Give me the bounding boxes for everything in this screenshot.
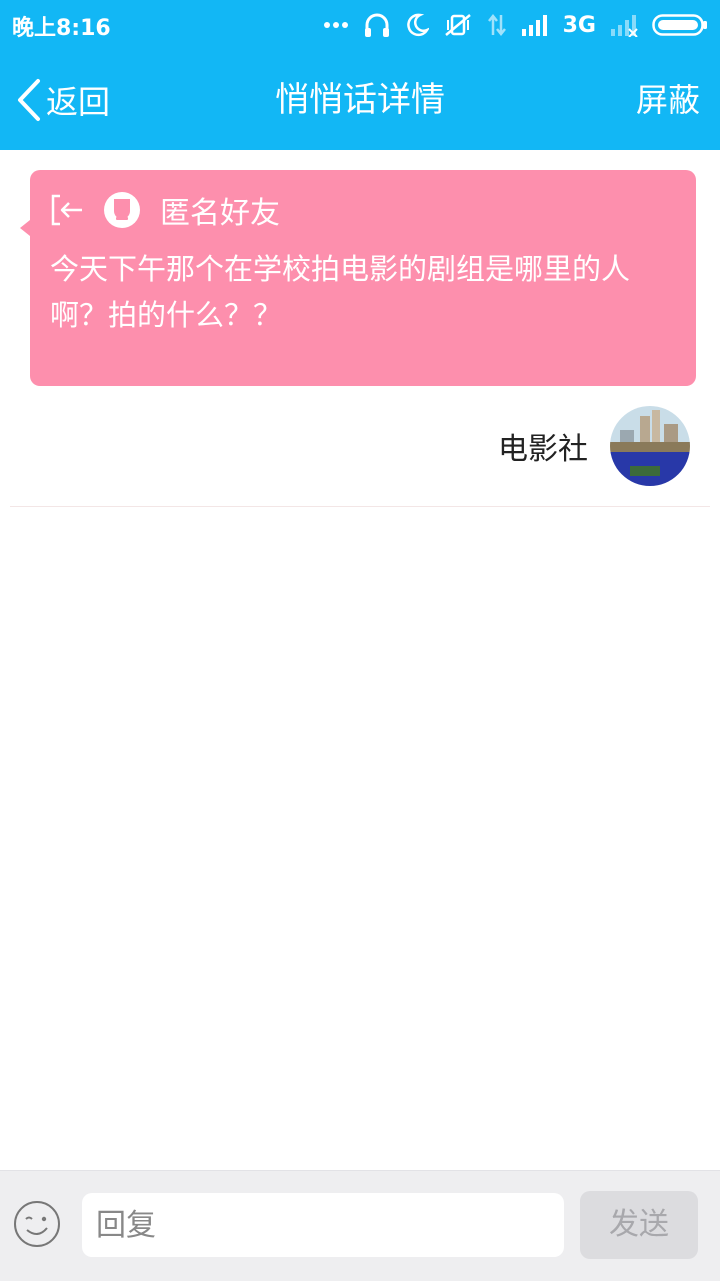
recipient-row[interactable]: 电影社: [498, 405, 690, 487]
data-arrows-icon: [487, 13, 506, 37]
headphones-icon: [364, 13, 389, 37]
status-bar: 晚上8:16 3G: [0, 0, 720, 50]
message-card: 匿名好友 今天下午那个在学校拍电影的剧组是哪里的人啊？拍的什么？？: [20, 170, 696, 386]
reply-input[interactable]: [82, 1193, 564, 1257]
status-icons: 3G: [323, 10, 708, 40]
status-time: 晚上8:16: [12, 16, 111, 41]
anonymous-avatar-icon: [104, 192, 140, 228]
moon-icon: [406, 13, 429, 37]
network-type: 3G: [562, 12, 596, 38]
message-text: 今天下午那个在学校拍电影的剧组是哪里的人啊？拍的什么？？: [50, 252, 631, 332]
block-button[interactable]: 屏蔽: [636, 50, 700, 150]
more-dots-icon: [323, 22, 348, 28]
page-title: 悄悄话详情: [275, 80, 445, 120]
message-header: 匿名好友: [50, 190, 280, 231]
signal-icon: [521, 15, 547, 36]
emoji-icon[interactable]: [12, 1199, 62, 1249]
divider: [10, 506, 710, 507]
nav-bar: 返回 悄悄话详情 屏蔽: [0, 50, 720, 150]
reply-bar: 发送: [0, 1170, 720, 1281]
sender-name: 匿名好友: [160, 196, 280, 231]
vibrate-off-icon: [444, 14, 471, 36]
battery-icon: [652, 14, 707, 36]
exit-icon[interactable]: [50, 194, 84, 226]
send-button[interactable]: 发送: [580, 1191, 698, 1259]
card-pointer: [20, 220, 30, 236]
recipient-avatar[interactable]: [610, 406, 690, 486]
recipient-name: 电影社: [498, 432, 588, 467]
signal-no-sim-icon: [611, 15, 638, 37]
